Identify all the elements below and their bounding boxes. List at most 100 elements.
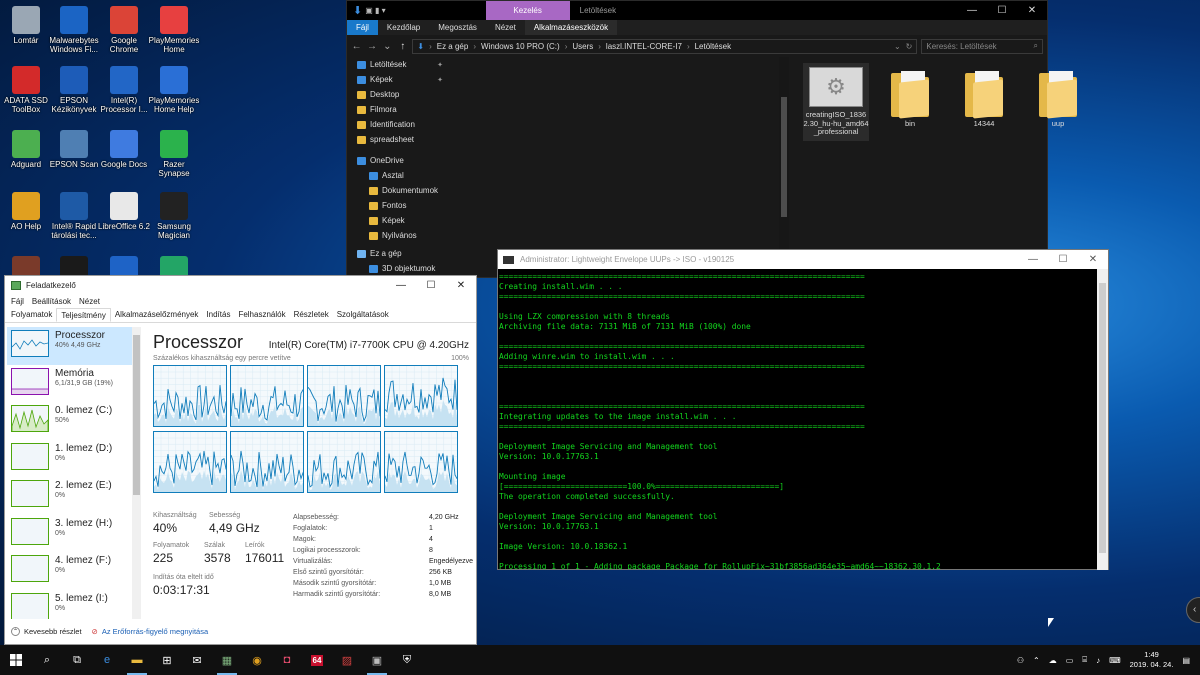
desktop-icon[interactable]: Razer Synapse	[148, 130, 200, 178]
minimize-button[interactable]: —	[386, 276, 416, 295]
monitor-icon[interactable]: ▭	[1066, 656, 1074, 665]
show-hidden-icons-icon[interactable]: ⌃	[1033, 656, 1040, 665]
chevron-up-icon[interactable]: ⌃	[11, 627, 20, 636]
search-box[interactable]: Keresés: Letöltések ⌕	[921, 38, 1043, 54]
scrollbar-thumb[interactable]	[1099, 283, 1106, 553]
close-button[interactable]: ✕	[446, 276, 476, 295]
scrollbar-thumb[interactable]	[781, 97, 787, 217]
network-icon[interactable]: ⌸	[1082, 655, 1087, 665]
resource-list-scrollbar[interactable]	[132, 327, 141, 619]
up-button[interactable]: ↑	[397, 41, 408, 52]
recent-dropdown[interactable]: ⌄	[382, 41, 393, 52]
file-item[interactable]: ⚙ creatingISO_18362.30_hu-hu_amd64_profes…	[803, 63, 869, 141]
open-resource-monitor-link[interactable]: Az Erőforrás-figyelő megnyitása	[102, 627, 208, 636]
breadcrumb-user[interactable]: laszl.INTEL-CORE-I7	[606, 42, 682, 51]
start-button[interactable]	[0, 645, 32, 675]
tab-4[interactable]: Felhasználók	[234, 308, 289, 322]
store-taskbar-button[interactable]: ⊞	[152, 645, 182, 675]
tab-3[interactable]: Indítás	[202, 308, 234, 322]
tab-0[interactable]: Folyamatok	[7, 308, 56, 322]
resource-item[interactable]: Memória 6,1/31,9 GB (19%)	[7, 365, 141, 403]
console-scrollbar[interactable]	[1097, 269, 1108, 570]
tab-home[interactable]: Kezdőlap	[378, 20, 429, 35]
manage-group-label[interactable]: Kezelés	[485, 1, 570, 20]
desktop-icon[interactable]: Lomtár	[0, 6, 52, 45]
nav-item[interactable]: spreadsheet	[357, 132, 443, 147]
desktop-icon[interactable]: EPSON Kézikönyvek	[48, 66, 100, 114]
explorer-titlebar[interactable]: ⬇ ▣ ▮ ▾ Kezelés Letöltések — ☐ ✕	[347, 1, 1047, 20]
desktop-icon[interactable]: PlayMemories Home Help	[148, 66, 200, 114]
task-view-taskbar-button[interactable]: ⧉	[62, 645, 92, 675]
address-dropdown-icon[interactable]: ⌄	[894, 42, 901, 51]
breadcrumb-downloads[interactable]: Letöltések	[695, 42, 731, 51]
resource-item[interactable]: 2. lemez (E:) 0%	[7, 477, 141, 515]
nav-item[interactable]: Filmora	[357, 102, 443, 117]
clock[interactable]: 1:49 2019. 04. 24.	[1130, 650, 1174, 670]
menu-view[interactable]: Nézet	[79, 297, 100, 306]
edge-taskbar-button[interactable]: e	[92, 645, 122, 675]
nav-item[interactable]: Fontos	[357, 198, 443, 213]
side-panel-button[interactable]: ‹	[1186, 597, 1200, 623]
maximize-button[interactable]: ☐	[987, 1, 1017, 20]
resource-item[interactable]: 0. lemez (C:) 50%	[7, 402, 141, 440]
tab-file[interactable]: Fájl	[347, 20, 378, 35]
file-explorer-taskbar-button[interactable]: ▬	[122, 645, 152, 675]
maximize-button[interactable]: ☐	[1048, 250, 1078, 269]
people-icon[interactable]: ⚇	[1017, 656, 1024, 665]
nav-item[interactable]: Desktop	[357, 87, 443, 102]
nav-item[interactable]: Letöltések ✦	[357, 57, 443, 72]
minimize-button[interactable]: —	[1018, 250, 1048, 269]
cloud-icon[interactable]: ☁	[1049, 656, 1057, 665]
console-titlebar[interactable]: Administrator: Lightweight Envelope UUPs…	[498, 250, 1108, 269]
desktop-icon[interactable]: Adguard	[0, 130, 52, 169]
folder-item[interactable]: bin	[877, 67, 943, 129]
tab-view[interactable]: Nézet	[486, 20, 525, 35]
folder-item[interactable]: uup	[1025, 67, 1091, 129]
nav-item[interactable]: Nyilvános	[357, 228, 443, 243]
resource-item[interactable]: 3. lemez (H:) 0%	[7, 515, 141, 553]
desktop-icon[interactable]: PlayMemories Home	[148, 6, 200, 54]
nav-item[interactable]: OneDrive	[357, 153, 443, 168]
back-button[interactable]: ←	[351, 41, 362, 52]
nav-item[interactable]: Asztal	[357, 168, 443, 183]
desktop-icon[interactable]: Malwarebytes Windows Fi...	[48, 6, 100, 54]
desktop-icon[interactable]: Intel(R) Processor I...	[98, 66, 150, 114]
quick-access-icons[interactable]: ▣ ▮ ▾	[365, 6, 385, 15]
refresh-icon[interactable]: ↻	[906, 42, 913, 51]
resource-item[interactable]: 5. lemez (I:) 0%	[7, 590, 141, 619]
address-bar[interactable]: ⬇ › Ez a gép › Windows 10 PRO (C:) › Use…	[412, 38, 918, 54]
desktop-icon[interactable]: Google Chrome	[98, 6, 150, 54]
cmd-taskbar-button[interactable]: ▣	[362, 645, 392, 675]
nav-item[interactable]: Ez a gép	[357, 246, 443, 261]
menu-file[interactable]: Fájl	[11, 297, 24, 306]
forward-button[interactable]: →	[366, 41, 377, 52]
close-button[interactable]: ✕	[1078, 250, 1108, 269]
folder-item[interactable]: 14344	[951, 67, 1017, 129]
media-taskbar-button[interactable]: ◘	[272, 645, 302, 675]
tab-app-tools[interactable]: Alkalmazáseszközök	[524, 20, 618, 35]
defender-taskbar-button[interactable]: ⛨	[392, 645, 422, 675]
desktop-icon[interactable]: Google Docs	[98, 130, 150, 169]
breadcrumb-this-pc[interactable]: Ez a gép	[437, 42, 469, 51]
console-output[interactable]: ========================================…	[499, 272, 1097, 569]
volume-icon[interactable]: ♪	[1096, 656, 1100, 665]
desktop-icon[interactable]: EPSON Scan	[48, 130, 100, 169]
tab-share[interactable]: Megosztás	[429, 20, 486, 35]
tab-5[interactable]: Részletek	[290, 308, 333, 322]
resource-item[interactable]: 4. lemez (F:) 0%	[7, 552, 141, 590]
desktop-icon[interactable]: AO Help	[0, 192, 52, 231]
close-button[interactable]: ✕	[1017, 1, 1047, 20]
nav-item[interactable]: Dokumentumok	[357, 183, 443, 198]
fewer-details-link[interactable]: Kevesebb részlet	[24, 627, 82, 636]
taskmgr-titlebar[interactable]: Feladatkezelő — ☐ ✕	[5, 276, 476, 295]
tab-6[interactable]: Szolgáltatások	[333, 308, 393, 322]
breadcrumb-users[interactable]: Users	[572, 42, 593, 51]
scrollbar-thumb[interactable]	[133, 335, 140, 495]
mail-taskbar-button[interactable]: ✉	[182, 645, 212, 675]
chrome-taskbar-button[interactable]: ◉	[242, 645, 272, 675]
tab-1[interactable]: Teljesítmény	[56, 308, 111, 322]
desktop-icon[interactable]: LibreOffice 6.2	[98, 192, 150, 231]
minimize-button[interactable]: —	[957, 1, 987, 20]
nav-item[interactable]: Képek	[357, 213, 443, 228]
language-icon[interactable]: ⌨	[1109, 656, 1121, 665]
